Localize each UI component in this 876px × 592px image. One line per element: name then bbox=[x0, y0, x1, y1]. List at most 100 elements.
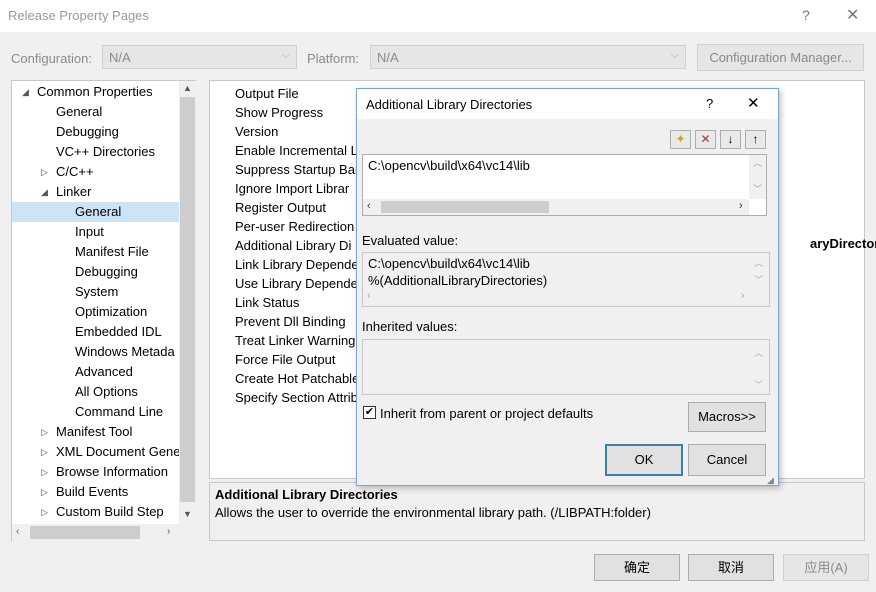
dialog-title: Additional Library Directories bbox=[366, 97, 533, 112]
tree-item[interactable]: Debugging bbox=[12, 122, 179, 142]
tree-item[interactable]: Manifest File bbox=[12, 242, 179, 262]
expand-icon[interactable]: ▷ bbox=[41, 482, 48, 502]
tree-item[interactable]: ◢ Common Properties bbox=[12, 82, 179, 102]
chevron-down-icon: ⌵ bbox=[281, 49, 290, 61]
scroll-down-icon[interactable]: ▼ bbox=[183, 509, 192, 519]
tree-item[interactable]: ▷ XML Document Gene bbox=[12, 442, 179, 462]
scroll-down-icon[interactable]: ﹀ bbox=[753, 182, 762, 195]
expand-icon[interactable]: ▷ bbox=[41, 502, 48, 522]
tree-item[interactable]: ▷ Browse Information bbox=[12, 462, 179, 482]
tree-item[interactable]: General bbox=[12, 102, 179, 122]
macros-button[interactable]: Macros>> bbox=[688, 402, 766, 432]
tree-item[interactable]: ▷ Manifest Tool bbox=[12, 422, 179, 442]
tree-item[interactable]: ▷ Build Events bbox=[12, 482, 179, 502]
tree-item-label: Custom Build Step bbox=[56, 504, 164, 519]
dialog-close-icon[interactable]: ✕ bbox=[747, 94, 760, 112]
horizontal-scrollbar[interactable]: ‹ › bbox=[363, 199, 749, 215]
scroll-right-icon[interactable]: › bbox=[167, 526, 170, 537]
collapse-icon[interactable]: ◢ bbox=[41, 182, 48, 202]
tree-item[interactable]: ▷ Custom Build Step bbox=[12, 502, 179, 522]
delete-icon[interactable]: ✕ bbox=[695, 130, 716, 149]
scrollbar-thumb[interactable] bbox=[381, 201, 549, 213]
cancel-button[interactable]: 取消 bbox=[688, 554, 774, 581]
tree-item[interactable]: ▷ C/C++ bbox=[12, 162, 179, 182]
tree-item[interactable]: VC++ Directories bbox=[12, 142, 179, 162]
property-name[interactable]: Force File Output bbox=[235, 350, 335, 369]
property-name[interactable]: Ignore Import Librar bbox=[235, 179, 349, 198]
scroll-up-icon[interactable]: ︿ bbox=[753, 156, 762, 169]
scroll-right-icon[interactable]: › bbox=[739, 200, 743, 212]
property-name[interactable]: Register Output bbox=[235, 198, 326, 217]
property-name[interactable]: Create Hot Patchable bbox=[235, 369, 359, 388]
property-name[interactable]: Prevent Dll Binding bbox=[235, 312, 346, 331]
close-icon[interactable]: ✕ bbox=[846, 5, 859, 25]
tree-item[interactable]: Command Line bbox=[12, 402, 179, 422]
apply-button[interactable]: 应用(A) bbox=[783, 554, 869, 581]
move-up-icon[interactable]: ↑ bbox=[745, 130, 766, 149]
dialog-ok-button[interactable]: OK bbox=[605, 444, 683, 476]
expand-icon[interactable]: ▷ bbox=[41, 422, 48, 442]
platform-dropdown[interactable]: N/A ⌵ bbox=[370, 45, 686, 69]
tree-item[interactable]: Optimization bbox=[12, 302, 179, 322]
platform-value: N/A bbox=[377, 50, 399, 65]
property-name[interactable]: Suppress Startup Bar bbox=[235, 160, 359, 179]
scroll-left-icon[interactable]: ‹ bbox=[367, 290, 371, 302]
tree-item[interactable]: ◢ Linker bbox=[12, 182, 179, 202]
property-name[interactable]: Enable Incremental L bbox=[235, 141, 358, 160]
tree-item[interactable]: General bbox=[12, 202, 179, 222]
scrollbar-thumb[interactable] bbox=[180, 97, 195, 502]
scroll-down-icon[interactable]: ﹀ bbox=[754, 273, 763, 286]
expand-icon[interactable]: ▷ bbox=[41, 462, 48, 482]
property-name[interactable]: Link Library Depende bbox=[235, 255, 359, 274]
new-line-icon[interactable]: ✦ bbox=[670, 130, 691, 149]
ok-button[interactable]: 确定 bbox=[594, 554, 680, 581]
directory-entry[interactable]: C:\opencv\build\x64\vc14\lib bbox=[368, 158, 743, 175]
resize-grip-icon[interactable]: ◢ bbox=[767, 475, 774, 486]
scroll-down-icon[interactable]: ﹀ bbox=[754, 378, 763, 391]
dialog-help-icon[interactable]: ? bbox=[706, 96, 713, 111]
title-bar: Release Property Pages ? ✕ bbox=[0, 0, 876, 32]
tree-item[interactable]: Embedded IDL bbox=[12, 322, 179, 342]
expand-icon[interactable]: ▷ bbox=[41, 162, 48, 182]
expand-icon[interactable]: ▷ bbox=[41, 442, 48, 462]
tree-vertical-scrollbar[interactable]: ▲ ▼ bbox=[179, 81, 196, 524]
tree-item[interactable]: Input bbox=[12, 222, 179, 242]
tree-item-label: Common Properties bbox=[37, 84, 153, 99]
property-name[interactable]: Per-user Redirection bbox=[235, 217, 354, 236]
property-name[interactable]: Specify Section Attrib bbox=[235, 388, 358, 407]
property-name[interactable]: Show Progress bbox=[235, 103, 323, 122]
tree-item-label: All Options bbox=[75, 384, 138, 399]
inherit-checkbox-label[interactable]: Inherit from parent or project defaults bbox=[380, 406, 593, 421]
scroll-up-icon[interactable]: ︿ bbox=[754, 256, 763, 269]
scrollbar-thumb[interactable] bbox=[30, 526, 140, 539]
description-panel: Additional Library Directories Allows th… bbox=[209, 482, 865, 541]
chevron-down-icon: ⌵ bbox=[670, 49, 679, 61]
inherit-checkbox[interactable]: ✔ bbox=[363, 406, 376, 419]
property-name[interactable]: Treat Linker Warning bbox=[235, 331, 355, 350]
tree-item[interactable]: Advanced bbox=[12, 362, 179, 382]
tree-horizontal-scrollbar[interactable]: ‹ › bbox=[12, 524, 196, 541]
scroll-left-icon[interactable]: ‹ bbox=[367, 200, 371, 212]
scroll-up-icon[interactable]: ︿ bbox=[754, 346, 763, 359]
property-name[interactable]: Additional Library Di bbox=[235, 236, 351, 255]
configuration-label: Configuration: bbox=[11, 51, 92, 66]
vertical-scrollbar[interactable]: ︿ ﹀ bbox=[749, 155, 766, 199]
tree-item[interactable]: All Options bbox=[12, 382, 179, 402]
move-down-icon[interactable]: ↓ bbox=[720, 130, 741, 149]
help-icon[interactable]: ? bbox=[802, 7, 810, 23]
tree-item[interactable]: Windows Metada bbox=[12, 342, 179, 362]
property-name[interactable]: Use Library Depende bbox=[235, 274, 358, 293]
property-name[interactable]: Link Status bbox=[235, 293, 299, 312]
tree-item[interactable]: System bbox=[12, 282, 179, 302]
tree-item[interactable]: Debugging bbox=[12, 262, 179, 282]
dialog-cancel-button[interactable]: Cancel bbox=[688, 444, 766, 476]
directory-list[interactable]: C:\opencv\build\x64\vc14\lib ︿ ﹀ ‹ › bbox=[362, 154, 767, 216]
configuration-manager-button[interactable]: Configuration Manager... bbox=[697, 44, 864, 71]
configuration-dropdown[interactable]: N/A ⌵ bbox=[102, 45, 297, 69]
property-name[interactable]: Output File bbox=[235, 84, 299, 103]
collapse-icon[interactable]: ◢ bbox=[22, 82, 29, 102]
property-name[interactable]: Version bbox=[235, 122, 278, 141]
scroll-left-icon[interactable]: ‹ bbox=[16, 526, 19, 537]
scroll-right-icon[interactable]: › bbox=[741, 290, 745, 302]
scroll-up-icon[interactable]: ▲ bbox=[183, 83, 192, 93]
